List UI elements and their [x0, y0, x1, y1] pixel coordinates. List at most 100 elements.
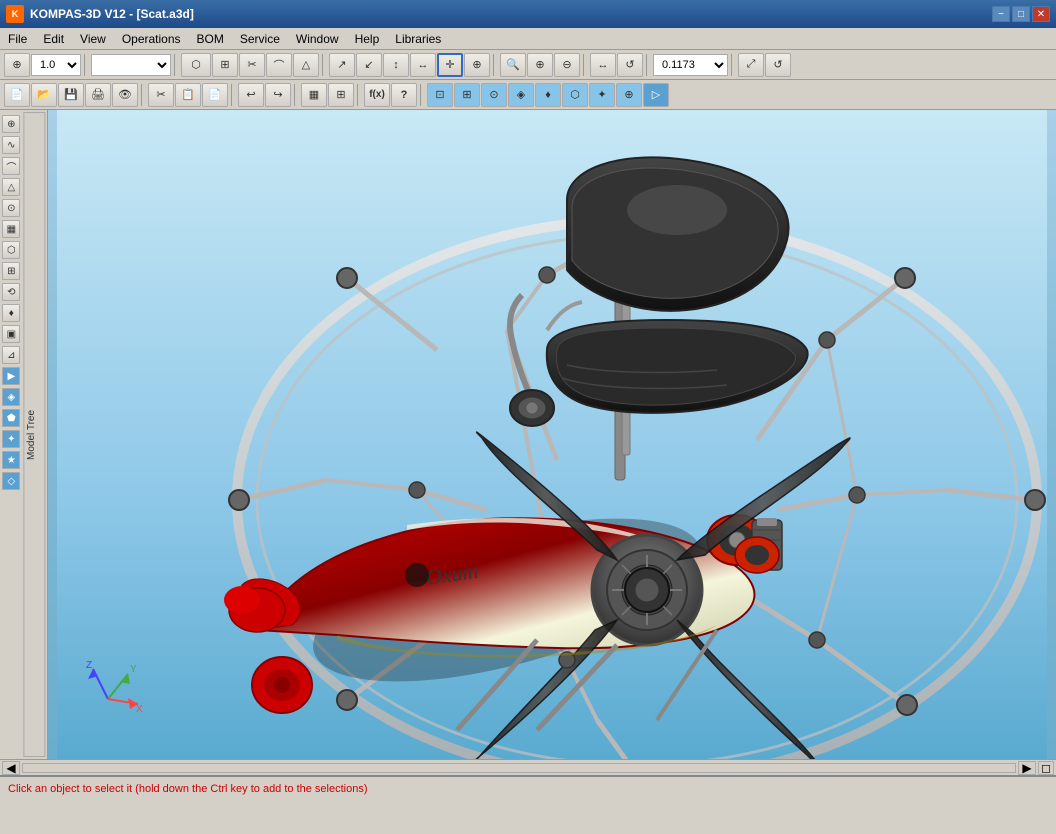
preview-btn[interactable]: 👁	[112, 83, 138, 107]
zoom-out-btn[interactable]: ⊖	[554, 53, 580, 77]
menu-edit[interactable]: Edit	[35, 30, 72, 48]
fillet-btn[interactable]: ⌒	[266, 53, 292, 77]
h-scrollbar: ◀ ▶ ◻	[0, 759, 1056, 775]
title-controls[interactable]: − □ ✕	[992, 6, 1050, 22]
sidebar-icon-14[interactable]: ◈	[2, 388, 20, 406]
cut2-btn[interactable]: ✂	[148, 83, 174, 107]
sidebar-icon-5[interactable]: ⊙	[2, 199, 20, 217]
sidebar-icon-7[interactable]: ⬡	[2, 241, 20, 259]
sep-t2-2	[231, 84, 235, 106]
scroll-left-btn[interactable]: ◀	[2, 761, 20, 775]
axis-indicator: Z Y X	[78, 654, 138, 714]
maximize-button[interactable]: □	[1012, 6, 1030, 22]
rotate2-btn[interactable]: ↺	[765, 53, 791, 77]
aircraft-model: Oxum	[48, 110, 1056, 759]
menu-help[interactable]: Help	[347, 30, 388, 48]
sep-t2-3	[294, 84, 298, 106]
menu-bar: File Edit View Operations BOM Service Wi…	[0, 28, 1056, 50]
snap5-btn[interactable]: ♦	[535, 83, 561, 107]
sidebar-icon-2[interactable]: ∿	[2, 136, 20, 154]
window-title: KOMPAS-3D V12 - [Scat.a3d]	[30, 7, 194, 21]
help-btn[interactable]: ?	[391, 83, 417, 107]
separator-1	[84, 54, 88, 76]
fx-btn[interactable]: f(x)	[364, 83, 390, 107]
snap4-btn[interactable]: ◈	[508, 83, 534, 107]
sidebar-icon-4[interactable]: △	[2, 178, 20, 196]
style-dropdown[interactable]	[91, 54, 171, 76]
create-group-btn[interactable]: ⬡	[181, 53, 211, 77]
undo-btn[interactable]: ↩	[238, 83, 264, 107]
open-btn[interactable]: 📂	[31, 83, 57, 107]
menu-window[interactable]: Window	[288, 30, 347, 48]
save-btn[interactable]: 💾	[58, 83, 84, 107]
menu-file[interactable]: File	[0, 30, 35, 48]
snap7-btn[interactable]: ✦	[589, 83, 615, 107]
sidebar-icon-1[interactable]: ⊕	[2, 115, 20, 133]
zoom-fit-btn[interactable]: 🔍	[500, 53, 526, 77]
menu-bom[interactable]: BOM	[189, 30, 232, 48]
h-scroll-track[interactable]	[22, 763, 1016, 773]
snap3-btn[interactable]: ⊙	[481, 83, 507, 107]
svg-text:Y: Y	[130, 664, 137, 675]
extrude-btn[interactable]: △	[293, 53, 319, 77]
arr-btn4[interactable]: ↔	[410, 53, 436, 77]
scroll-corner[interactable]: ◻	[1038, 761, 1054, 775]
arrow-btn2[interactable]: ↙	[356, 53, 382, 77]
pan2-btn[interactable]: ⤢	[738, 53, 764, 77]
separator-7	[731, 54, 735, 76]
sidebar-icon-6[interactable]: ▦	[2, 220, 20, 238]
sidebar-icon-18[interactable]: ◇	[2, 472, 20, 490]
sidebar-icon-10[interactable]: ♦	[2, 304, 20, 322]
separator-2	[174, 54, 178, 76]
snap8-btn[interactable]: ⊕	[616, 83, 642, 107]
menu-operations[interactable]: Operations	[114, 30, 189, 48]
arrow-btn1[interactable]: ↗	[329, 53, 355, 77]
separator-3	[322, 54, 326, 76]
status-message: Click an object to select it (hold down …	[8, 783, 368, 795]
sidebar-icon-16[interactable]: ✦	[2, 430, 20, 448]
separator-4	[493, 54, 497, 76]
snap2-btn[interactable]: ⊞	[454, 83, 480, 107]
new-btn[interactable]: 📄	[4, 83, 30, 107]
sidebar-icon-11[interactable]: ▣	[2, 325, 20, 343]
zoom-in-btn[interactable]: ⊕	[527, 53, 553, 77]
pan-btn[interactable]: ↔	[590, 53, 616, 77]
scroll-right-btn[interactable]: ▶	[1018, 761, 1036, 775]
print-btn[interactable]: 🖨	[85, 83, 111, 107]
redo-btn[interactable]: ↪	[265, 83, 291, 107]
3d-viewport[interactable]: Oxum	[48, 110, 1056, 759]
menu-view[interactable]: View	[72, 30, 114, 48]
menu-libraries[interactable]: Libraries	[387, 30, 449, 48]
arr-btn3[interactable]: ↕	[383, 53, 409, 77]
menu-service[interactable]: Service	[232, 30, 288, 48]
wireframe-btn[interactable]: ⊞	[328, 83, 354, 107]
sidebar-icon-3[interactable]: ⌒	[2, 157, 20, 175]
sidebar-icon-15[interactable]: ⬟	[2, 409, 20, 427]
snap6-btn[interactable]: ⬡	[562, 83, 588, 107]
sidebar-icon-13[interactable]: ▶	[2, 367, 20, 385]
minimize-button[interactable]: −	[992, 6, 1010, 22]
sidebar-icon-17[interactable]: ★	[2, 451, 20, 469]
sketch-btn[interactable]: ⊞	[212, 53, 238, 77]
rotate-btn[interactable]: ↺	[617, 53, 643, 77]
plus-btn[interactable]: ⊕	[464, 53, 490, 77]
shade-btn[interactable]: ▦	[301, 83, 327, 107]
cut-btn[interactable]: ✂	[239, 53, 265, 77]
zoom-input[interactable]: 0.1173	[653, 54, 728, 76]
close-button[interactable]: ✕	[1032, 6, 1050, 22]
scale-dropdown[interactable]: 1.0	[31, 54, 81, 76]
sidebar-icon-12[interactable]: ⊿	[2, 346, 20, 364]
title-bar: K KOMPAS-3D V12 - [Scat.a3d] − □ ✕	[0, 0, 1056, 28]
toolbar-2: 📄 📂 💾 🖨 👁 ✂ 📋 📄 ↩ ↪ ▦ ⊞ f(x) ? ⊡ ⊞ ⊙ ◈ ♦…	[0, 80, 1056, 110]
app-icon: K	[6, 5, 24, 23]
model-tree-tab[interactable]: Model Tree	[23, 112, 45, 757]
snap1-btn[interactable]: ⊡	[427, 83, 453, 107]
sidebar-icon-8[interactable]: ⊞	[2, 262, 20, 280]
copy-btn[interactable]: 📋	[175, 83, 201, 107]
paste-btn[interactable]: 📄	[202, 83, 228, 107]
left-sidebar: ⊕ ∿ ⌒ △ ⊙ ▦ ⬡ ⊞ ⟲ ♦ ▣ ⊿ ▶ ◈ ⬟ ✦ ★ ◇	[0, 110, 48, 759]
move-tool-btn[interactable]: ⊕	[4, 53, 30, 77]
snap9-btn[interactable]: ▷	[643, 83, 669, 107]
cross-btn[interactable]: ✛	[437, 53, 463, 77]
sidebar-icon-9[interactable]: ⟲	[2, 283, 20, 301]
